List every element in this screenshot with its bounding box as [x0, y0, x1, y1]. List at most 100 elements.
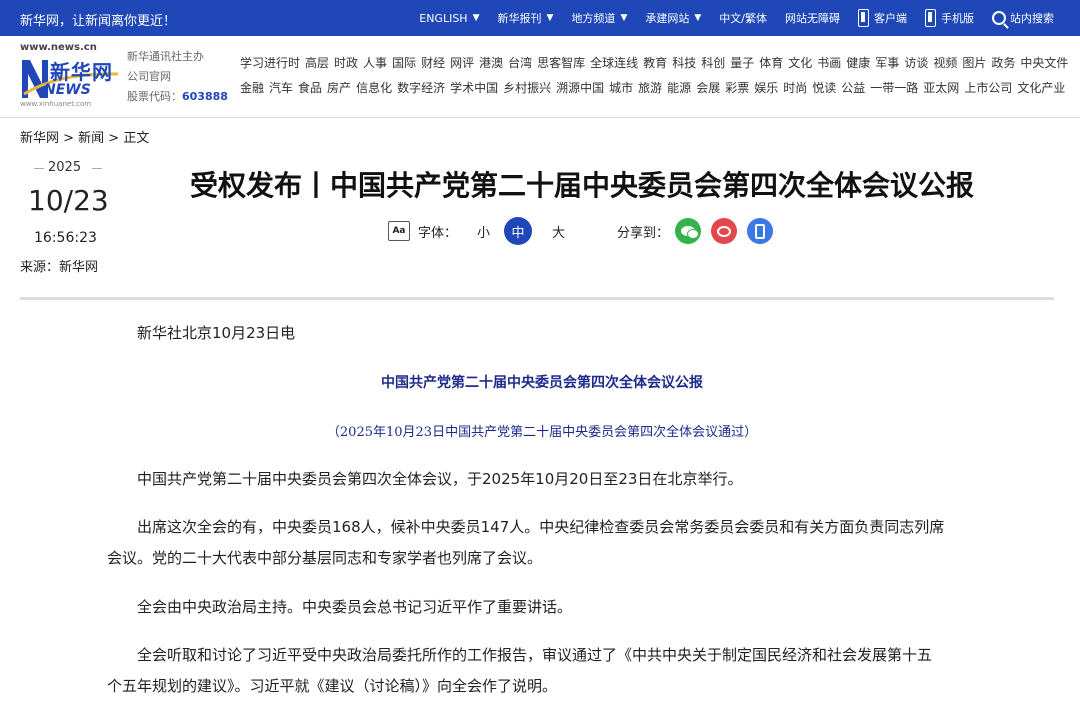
channel-link[interactable]: 军事 [875, 54, 899, 71]
channel-link[interactable]: 网评 [450, 54, 474, 71]
channel-link[interactable]: 会展 [696, 79, 720, 96]
font-size-large-button[interactable]: 大 [552, 222, 565, 241]
article-source: 来源：新华网 [20, 260, 99, 275]
stock-code-line: 股票代码：603888 [127, 90, 228, 103]
channel-link[interactable]: 财经 [421, 54, 445, 71]
top-bar: 新华网，让新闻离你更近！ ENGLISH ▼ 新华报刊 ▼ 地方频道 ▼ 承建网站 ▼ … [0, 0, 1080, 36]
channel-link[interactable]: 量子 [730, 54, 754, 71]
channel-link[interactable]: 时尚 [783, 79, 807, 96]
org-line-2: 公司官网 [127, 70, 171, 83]
channel-link[interactable]: 图片 [962, 54, 986, 71]
channel-link[interactable]: 文化 [788, 54, 812, 71]
channel-link[interactable]: 全球连线 [590, 54, 638, 71]
channel-link[interactable]: 学习进行时 [240, 54, 300, 71]
article-paragraph: 全会由中央政治局主持。中央委员会总书记习近平作了重要讲话。 [137, 598, 573, 616]
channel-link[interactable]: 港澳 [479, 54, 503, 71]
article-paragraph: 中国共产党第二十届中央委员会第四次全体会议，于2025年10月20日至23日在北… [137, 470, 743, 488]
channel-link[interactable]: 上市公司 [964, 79, 1012, 96]
font-size-small-button[interactable]: 小 [477, 222, 490, 241]
channel-link[interactable]: 城市 [609, 79, 633, 96]
channel-link[interactable]: 台湾 [508, 54, 532, 71]
channel-link[interactable]: 汽车 [269, 79, 293, 96]
channel-link[interactable]: 人事 [363, 54, 387, 71]
wechat-icon [681, 226, 700, 239]
channel-link[interactable]: 访谈 [904, 54, 928, 71]
channel-link[interactable]: 科创 [701, 54, 725, 71]
channel-row-1: 学习进行时 高层 时政 人事 国际 财经 网评 港澳 台湾 思客智库 全球连线 教育 科技 科创 量子 体育文… [240, 54, 1073, 71]
article-time: 16:56:23 [34, 230, 97, 246]
channel-link[interactable]: 政务 [991, 54, 1015, 71]
logo-chinese-name: 新华网 [50, 60, 113, 84]
channel-link[interactable]: 高层 [305, 54, 329, 71]
mobile-icon [755, 223, 766, 239]
weibo-icon [717, 225, 732, 237]
channel-link[interactable]: 彩票 [725, 79, 749, 96]
channel-link[interactable]: 溯源中国 [556, 79, 604, 96]
font-size-medium-button[interactable]: 中 [504, 217, 533, 245]
nav-mobile-version[interactable]: 手机版 [925, 9, 974, 27]
channel-link[interactable]: 娱乐 [754, 79, 778, 96]
channel-link[interactable]: 思客智库 [537, 54, 585, 71]
article-adoption-note: （2025年10月23日中国共产党第二十届中央委员会第四次全体会议通过） [326, 425, 758, 440]
chevron-down-icon: ▼ [694, 13, 702, 23]
article-title: 受权发布丨中国共产党第二十届中央委员会第四次全体会议公报 [189, 169, 974, 202]
divider [92, 168, 102, 169]
font-size-label: 字体： [418, 225, 458, 241]
nav-local-channels[interactable]: 地方频道 ▼ [571, 10, 627, 26]
channel-link[interactable]: 文化产业 [1017, 79, 1065, 96]
nav-site-search[interactable]: 站内搜索 [992, 10, 1054, 26]
font-size-icon: Aa [388, 217, 414, 241]
article-paragraph: 会议。党的二十大代表中部分基层同志和专家学者也列席了会议。 [107, 549, 543, 567]
chevron-down-icon: ▼ [620, 13, 628, 23]
article-paragraph: 出席这次全会的有，中央委员168人，候补中央委员147人。中央纪律检查委员会常务… [137, 518, 945, 536]
channel-link[interactable]: 科技 [672, 54, 696, 71]
logo-news-text: NEWS [44, 82, 91, 98]
channel-link[interactable]: 食品 [298, 79, 322, 96]
article-year: 2025 [48, 160, 82, 175]
channel-link[interactable]: 公益 [841, 79, 865, 96]
channel-link[interactable]: 乡村振兴 [503, 79, 551, 96]
channel-link[interactable]: 金融 [240, 79, 264, 96]
nav-built-sites[interactable]: 承建网站 ▼ [645, 10, 701, 26]
channel-link[interactable]: 旅游 [638, 79, 662, 96]
search-icon [992, 11, 1006, 25]
breadcrumb[interactable]: 新华网 > 新闻 > 正文 [20, 127, 149, 146]
channel-link[interactable]: 中央文件 [1020, 54, 1068, 71]
channel-link[interactable]: 亚太网 [923, 79, 959, 96]
divider [20, 297, 1054, 300]
channel-link[interactable]: 视频 [933, 54, 957, 71]
share-mobile-button[interactable] [747, 218, 774, 244]
channel-link[interactable]: 体育 [759, 54, 783, 71]
channel-link[interactable]: 学术中国 [450, 79, 498, 96]
channel-link[interactable]: 能源 [667, 79, 691, 96]
xinhua-logo[interactable]: www.news.cn 新华网 NEWS www.xinhuanet.com [20, 42, 120, 108]
top-nav: ENGLISH ▼ 新华报刊 ▼ 地方频道 ▼ 承建网站 ▼ 中文/繁体 网站无障碍 客… [401, 0, 1054, 36]
article-subtitle: 中国共产党第二十届中央委员会第四次全体会议公报 [381, 375, 703, 391]
nav-newspapers[interactable]: 新华报刊 ▼ [498, 10, 554, 26]
channel-link[interactable]: 时政 [334, 54, 358, 71]
nav-simplified-traditional[interactable]: 中文/繁体 [719, 10, 767, 26]
article-date: 10/23 [28, 184, 109, 217]
share-weibo-button[interactable] [711, 218, 738, 244]
channel-link[interactable]: 健康 [846, 54, 870, 71]
nav-accessibility[interactable]: 网站无障碍 [785, 10, 840, 26]
nav-client-app[interactable]: 客户端 [858, 9, 907, 27]
site-header: www.news.cn 新华网 NEWS www.xinhuanet.com 新… [0, 36, 1080, 118]
nav-english[interactable]: ENGLISH ▼ [419, 12, 479, 25]
article-paragraph: 个五年规划的建议》。习近平就《建议（讨论稿）》向全会作了说明。 [107, 677, 558, 695]
article-paragraph: 全会听取和讨论了习近平受中央政治局委托所作的工作报告，审议通过了《中共中央关于制… [137, 646, 933, 664]
channel-link[interactable]: 教育 [643, 54, 667, 71]
share-wechat-button[interactable] [675, 218, 702, 244]
channel-link[interactable]: 数字经济 [397, 79, 445, 96]
channel-link[interactable]: 悦读 [812, 79, 836, 96]
channel-link[interactable]: 国际 [392, 54, 416, 71]
channel-link[interactable]: 信息化 [356, 79, 392, 96]
divider [34, 168, 44, 169]
channel-link[interactable]: 房产 [327, 79, 351, 96]
site-slogan: 新华网，让新闻离你更近！ [20, 14, 177, 29]
phone-icon [925, 9, 936, 27]
channel-link[interactable]: 书画 [817, 54, 841, 71]
logo-url: www.news.cn [20, 42, 97, 53]
channel-link[interactable]: 一带一路 [870, 79, 918, 96]
phone-icon [858, 9, 869, 27]
